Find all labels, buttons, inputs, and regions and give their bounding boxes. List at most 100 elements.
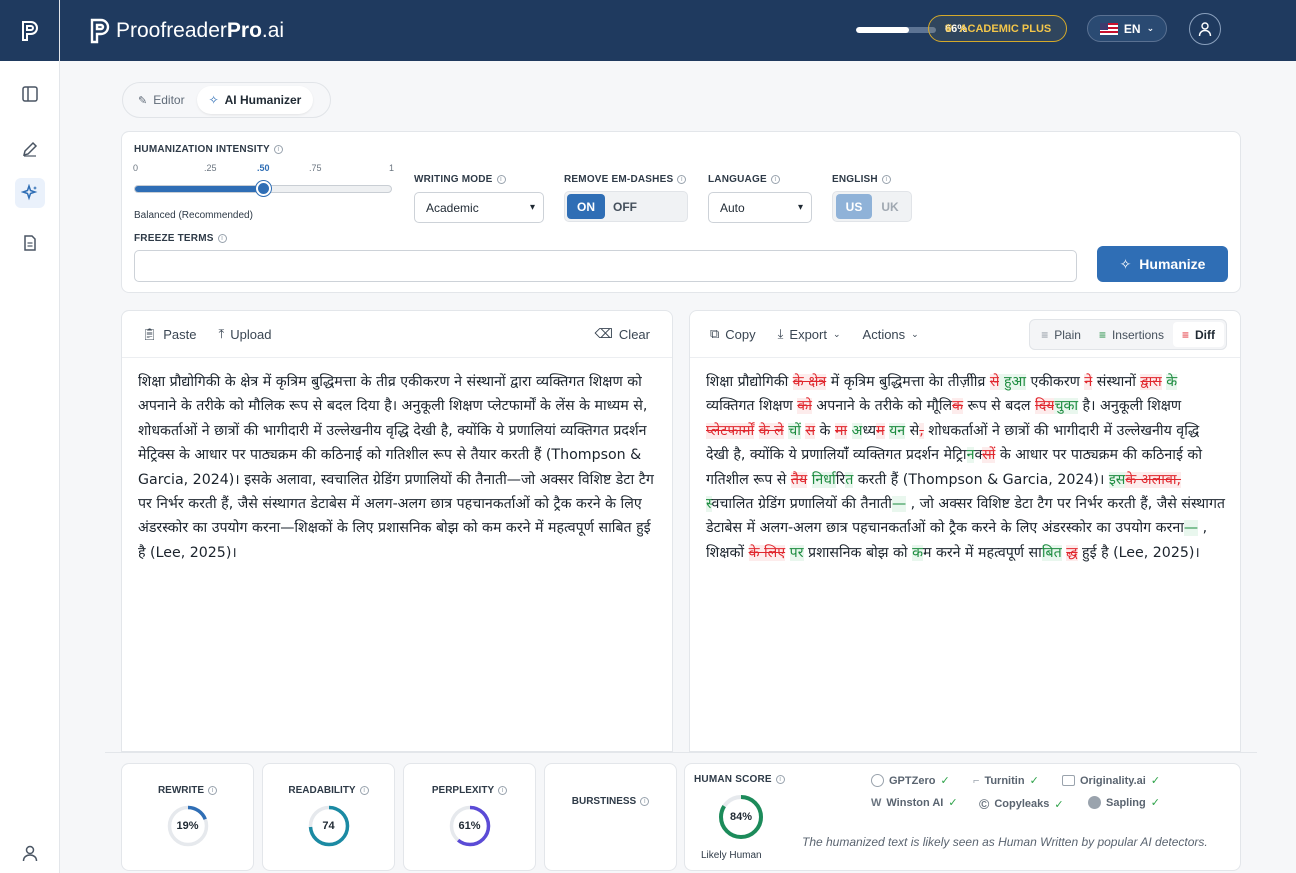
detector-name: Sapling <box>1106 796 1146 809</box>
language-label-text: LANGUAGE <box>708 174 767 185</box>
diff-unchanged: प्रशासनिक बोझ क <box>803 544 908 561</box>
eraser-icon: ⌫ <box>594 326 613 341</box>
metric-label: REWRITE <box>157 785 205 796</box>
account-icon[interactable] <box>15 838 45 868</box>
human-score-label-text: HUMAN SCORE <box>694 774 772 785</box>
lines-icon: ≡ <box>1098 327 1106 342</box>
intensity-slider[interactable] <box>134 181 392 196</box>
check-icon: ✓ <box>1150 775 1161 787</box>
view-tab-diff[interactable]: ≡ Diff <box>1172 322 1224 347</box>
diff-deletion: द्ध <box>1066 544 1078 561</box>
paste-button[interactable]: 📋︎ Paste <box>142 327 196 342</box>
diff-unchanged: में कृत्रिम बुद्धिमत्ता क <box>826 374 944 390</box>
writing-mode-value: Academic <box>426 200 479 215</box>
plan-badge[interactable]: ♛ ACADEMIC PLUS <box>928 15 1067 42</box>
diff-unchanged: , जो अक्सर विशिष्ट डेटा टैग पर निर्भर कर… <box>906 496 1148 513</box>
metric-label: PERPLEXITY <box>431 785 495 796</box>
diff-deletion: िक <box>952 398 964 415</box>
em-dash-on-button[interactable]: ON <box>567 194 605 219</box>
brand[interactable]: Proofreader Pro .ai <box>88 17 284 45</box>
check-icon: ✓ <box>1054 798 1064 811</box>
input-text[interactable]: शिक्षा प्रौद्योगिकी के क्षेत्र में कृत्र… <box>122 358 672 565</box>
intensity-ticks: 0 .25 .50 .75 1 <box>133 163 395 175</box>
humanize-button[interactable]: ✧ Humanize <box>1097 246 1228 282</box>
actions-label: Actions <box>862 326 906 342</box>
info-icon[interactable]: i <box>208 786 218 795</box>
view-tab-insertions-label: Insertions <box>1111 327 1164 342</box>
writing-mode-label-text: WRITING MODE <box>414 174 493 185</box>
export-label: Export <box>789 326 827 342</box>
winston-icon: W <box>871 796 882 809</box>
actions-button[interactable]: Actions ⌄ <box>863 327 919 342</box>
tab-ai-humanizer-label: AI Humanizer <box>224 93 302 107</box>
toggle-sidebar-icon[interactable] <box>15 79 45 109</box>
copy-button[interactable]: ⧉ Copy <box>710 326 756 342</box>
diff-unchanged <box>754 423 759 439</box>
diff-insertion: त <box>1053 544 1062 561</box>
writing-mode-label: WRITING MODE i <box>414 174 506 185</box>
info-icon[interactable]: i <box>273 145 283 154</box>
input-panel: 📋︎ Paste ⤒ Upload ⌫ Clear शिक्षा प्रौद्योगि… <box>121 310 673 752</box>
info-icon[interactable]: i <box>677 175 687 184</box>
input-toolbar: 📋︎ Paste ⤒ Upload ⌫ Clear <box>122 311 672 358</box>
upload-button[interactable]: ⤒ Upload <box>218 326 271 342</box>
user-avatar[interactable] <box>1189 13 1221 45</box>
diff-unchanged <box>847 423 852 439</box>
info-icon[interactable]: i <box>498 786 508 795</box>
tab-ai-humanizer[interactable]: ✧ AI Humanizer <box>196 86 314 114</box>
copy-icon: ⧉ <box>710 326 720 341</box>
brand-logo-icon <box>90 18 110 43</box>
diff-deletion: ्स <box>982 447 996 464</box>
ai-humanizer-sparkle-icon[interactable] <box>14 178 45 208</box>
view-tab-plain[interactable]: ≡ Plain <box>1032 322 1090 347</box>
diff-unchanged: करती हैं (Thompson & Garcia, 2024)। <box>853 471 1109 488</box>
diff-deletion: द्वारा <box>1140 374 1162 390</box>
em-dash-toggle: ON OFF <box>564 191 688 222</box>
language-selector[interactable]: EN ⌄ <box>1087 15 1167 42</box>
diff-unchanged: अपनाने के तरीके को म <box>811 398 939 415</box>
chevron-down-icon: ⌄ <box>832 328 841 339</box>
diff-insertion: ब <box>1041 544 1054 561</box>
export-button[interactable]: ⤓ Export ⌄ <box>778 326 841 342</box>
check-icon: ✓ <box>1150 797 1160 809</box>
em-dash-off-button[interactable]: OFF <box>613 200 637 214</box>
app-logo[interactable] <box>0 0 59 61</box>
editor-pen-icon[interactable] <box>15 134 45 164</box>
view-tab-insertions[interactable]: ≡ Insertions <box>1090 322 1173 347</box>
diff-unchanged: ध्य <box>862 422 877 439</box>
detector-sapling: Sapling ✓ <box>1088 796 1160 809</box>
clear-button[interactable]: ⌫ Clear <box>595 326 650 342</box>
metric-ring: 19% <box>166 804 210 848</box>
info-icon[interactable]: i <box>770 175 780 184</box>
tick-label: .50 <box>257 163 270 173</box>
info-icon[interactable]: i <box>640 797 650 806</box>
diff-unchanged: ज़ <box>959 374 978 390</box>
diff-deletion: स <box>805 422 816 439</box>
slider-handle[interactable] <box>256 181 271 196</box>
diff-unchanged: संस्थानों <box>1092 374 1141 390</box>
diff-deletion: से <box>989 374 1000 390</box>
english-label: ENGLISH i <box>832 174 891 185</box>
detector-name: Winston AI <box>886 796 944 809</box>
diff-insertion: चो <box>788 422 801 439</box>
document-icon[interactable] <box>15 228 45 258</box>
writing-mode-select[interactable]: Academic ▾ <box>414 192 544 223</box>
output-diff-text[interactable]: शिक्षा प्रौद्योगिकी के क्षेत्र में कृत्र… <box>690 358 1240 565</box>
info-icon[interactable]: i <box>359 786 369 795</box>
us-english-button[interactable]: US <box>836 194 872 219</box>
freeze-terms-input[interactable] <box>134 250 1077 282</box>
info-icon[interactable]: i <box>496 175 506 184</box>
view-tab-plain-label: Plain <box>1054 327 1081 342</box>
language-value: Auto <box>720 200 745 215</box>
metric-value: 61% <box>458 820 481 832</box>
info-icon[interactable]: i <box>881 175 891 184</box>
info-icon[interactable]: i <box>775 775 785 784</box>
diff-insertion: अ <box>851 422 863 439</box>
info-icon[interactable]: i <box>217 234 227 243</box>
diff-deletion: को <box>797 398 812 415</box>
tab-editor[interactable]: ✎ Editor <box>126 86 197 114</box>
language-select[interactable]: Auto ▾ <box>708 192 812 223</box>
uk-english-button[interactable]: UK <box>872 200 908 214</box>
diff-unchanged: त <box>943 374 960 390</box>
copy-label: Copy <box>725 326 756 342</box>
